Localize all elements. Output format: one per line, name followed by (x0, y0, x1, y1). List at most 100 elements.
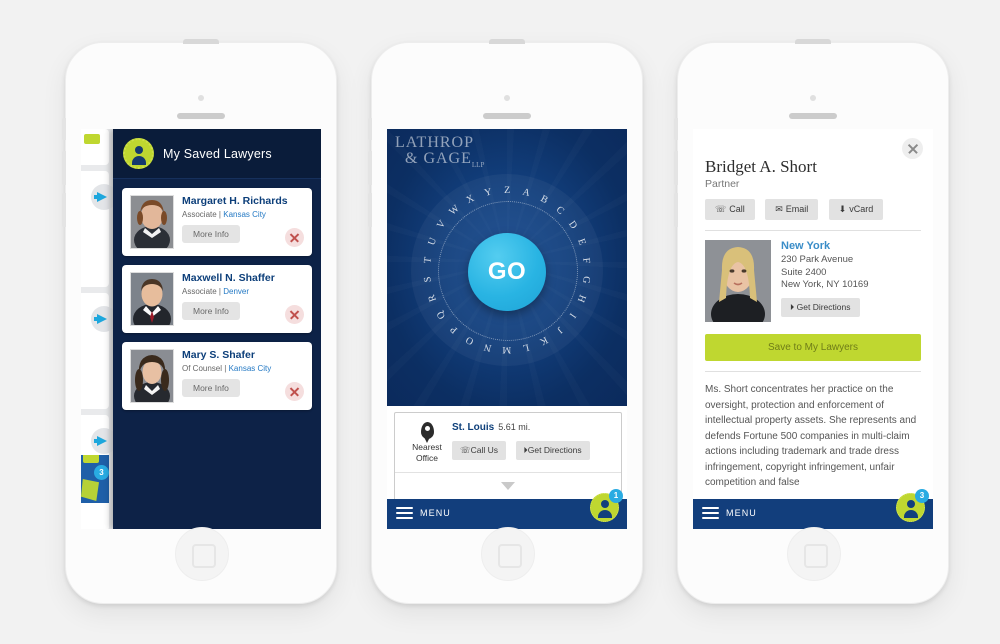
saved-lawyers-panel: My Saved Lawyers Margaret H. Richards As… (113, 129, 321, 529)
get-directions-button[interactable]: ⏵Get Directions (515, 441, 590, 460)
home-button[interactable] (787, 527, 841, 581)
lawyer-city: Kansas City (223, 210, 266, 219)
office-name: St. Louis (452, 422, 495, 433)
remove-x-icon[interactable] (285, 305, 304, 324)
avatar (130, 349, 174, 403)
silent-switch[interactable] (674, 118, 678, 140)
nearest-office-label: Nearest Office (404, 442, 450, 464)
dial-letter-glyph: H (574, 293, 588, 304)
close-x-icon[interactable] (902, 138, 923, 159)
nearest-office-card: Nearest Office St. Louis 5.61 mi. ☏Call U… (394, 412, 622, 501)
dial-letter-glyph: E (575, 237, 588, 247)
green-chip-icon (83, 455, 99, 463)
hamburger-menu-icon[interactable] (702, 507, 719, 522)
front-camera (810, 95, 816, 101)
nearest-office-row: Nearest Office St. Louis 5.61 mi. ☏Call U… (395, 413, 621, 472)
call-us-button[interactable]: ☏Call Us (452, 441, 507, 460)
hamburger-menu-icon[interactable] (396, 507, 413, 522)
nearest-label-line1: Nearest (412, 442, 442, 452)
phone-icon: ☏ (460, 445, 471, 455)
lawyer-role: Partner (705, 178, 740, 190)
lawyer-meta: Of Counsel | Kansas City (182, 364, 304, 373)
go-button[interactable]: GO (468, 233, 546, 311)
silent-switch[interactable] (368, 118, 372, 140)
lawyer-bio-text: Ms. Short concentrates her practice on t… (705, 384, 917, 488)
call-button[interactable]: ☏ Call (705, 199, 755, 220)
power-button[interactable] (489, 39, 525, 44)
avatar (130, 272, 174, 326)
lawyer-title: Associate (182, 287, 217, 296)
volume-down-button[interactable] (368, 193, 372, 227)
table-row[interactable]: Margaret H. Richards Associate | Kansas … (122, 188, 312, 256)
lawyer-bio-panel: Bridget A. Short Partner ☏ Call ✉ Email ⬇ v… (693, 129, 933, 529)
divider (705, 371, 921, 372)
address-line-1: 230 Park Avenue (781, 254, 854, 265)
dial-letter-glyph: R (426, 292, 439, 304)
office-city-link[interactable]: New York (781, 240, 869, 252)
vcard-button[interactable]: ⬇ vCard (828, 199, 884, 220)
email-button[interactable]: ✉ Email (765, 199, 819, 220)
lawyer-title: Of Counsel (182, 364, 223, 373)
email-label: Email (785, 204, 809, 214)
remove-x-icon[interactable] (285, 382, 304, 401)
dial-letter-glyph: K (538, 333, 550, 348)
drawer-badge-count: 3 (94, 465, 109, 480)
get-directions-label: Get Directions (527, 445, 582, 455)
page-title: My Saved Lawyers (163, 146, 272, 161)
call-us-label: Call Us (470, 445, 499, 455)
office-address: 230 Park Avenue Suite 2400 New York, NY … (781, 254, 869, 292)
map-thumbnail[interactable]: 3 (81, 455, 109, 503)
logo-line-2: & GAGELLP (405, 151, 484, 169)
dial-letter-glyph: P (448, 323, 460, 336)
volume-up-button[interactable] (368, 151, 372, 185)
power-button[interactable] (795, 39, 831, 44)
phone2-screen: LATHROP & GAGELLP ABCDE F GHIJKLMNOPQR S T UV… (387, 129, 627, 529)
phone-icon: ☏ (715, 204, 727, 214)
save-to-my-lawyers-button[interactable]: Save to My Lawyers (705, 334, 921, 361)
volume-down-button[interactable] (674, 193, 678, 227)
more-info-button[interactable]: More Info (182, 302, 240, 320)
volume-up-button[interactable] (674, 151, 678, 185)
avatar (130, 195, 174, 249)
dial-letter-glyph: V (435, 218, 449, 231)
location-pin-icon (420, 422, 434, 443)
dial-letter-glyph: J (554, 324, 565, 336)
earpiece-speaker (177, 113, 225, 119)
lawyer-city: Denver (223, 287, 250, 296)
chevron-down-icon[interactable] (395, 472, 621, 500)
vcard-label: vCard (849, 204, 874, 214)
menu-label[interactable]: MENU (726, 508, 757, 518)
get-directions-button[interactable]: ⏵ Get Directions (781, 297, 860, 317)
dial-letter-glyph: C (553, 204, 567, 217)
silent-switch[interactable] (62, 118, 66, 140)
bottom-menu-bar: MENU 1 (387, 489, 627, 529)
office-distance: 5.61 mi. (498, 422, 531, 432)
more-info-button[interactable]: More Info (182, 225, 240, 243)
download-arrow-icon: ⬇ (838, 204, 847, 214)
table-row[interactable]: Mary S. Shafer Of Counsel | Kansas City … (122, 342, 312, 410)
menu-label[interactable]: MENU (420, 508, 451, 518)
home-button[interactable] (175, 527, 229, 581)
background-map-drawer[interactable]: 3 (81, 129, 117, 529)
logo-line-1: LATHROP (395, 134, 475, 151)
power-button[interactable] (183, 39, 219, 44)
more-info-button[interactable]: More Info (182, 379, 240, 397)
page-title: Bridget A. Short (705, 157, 817, 176)
table-row[interactable]: Maxwell N. Shaffer Associate | Denver Mo… (122, 265, 312, 333)
drawer-card-top (81, 129, 109, 165)
portrait-photo (705, 240, 771, 322)
dial-letter-glyph: Y (483, 186, 493, 199)
divider (705, 230, 921, 231)
saved-count-badge: 3 (915, 489, 929, 503)
volume-up-button[interactable] (62, 151, 66, 185)
dial-letter-glyph: X (464, 192, 476, 207)
dial-letter-glyph: I (566, 310, 578, 320)
lawyer-meta: Associate | Kansas City (182, 210, 304, 219)
address-line-2: Suite 2400 (781, 266, 827, 278)
nearest-label-line2: Office (415, 453, 439, 463)
remove-x-icon[interactable] (285, 228, 304, 247)
volume-down-button[interactable] (62, 193, 66, 227)
dial-letter-glyph: N (482, 340, 493, 354)
home-button[interactable] (481, 527, 535, 581)
meta-separator: | (224, 364, 227, 373)
